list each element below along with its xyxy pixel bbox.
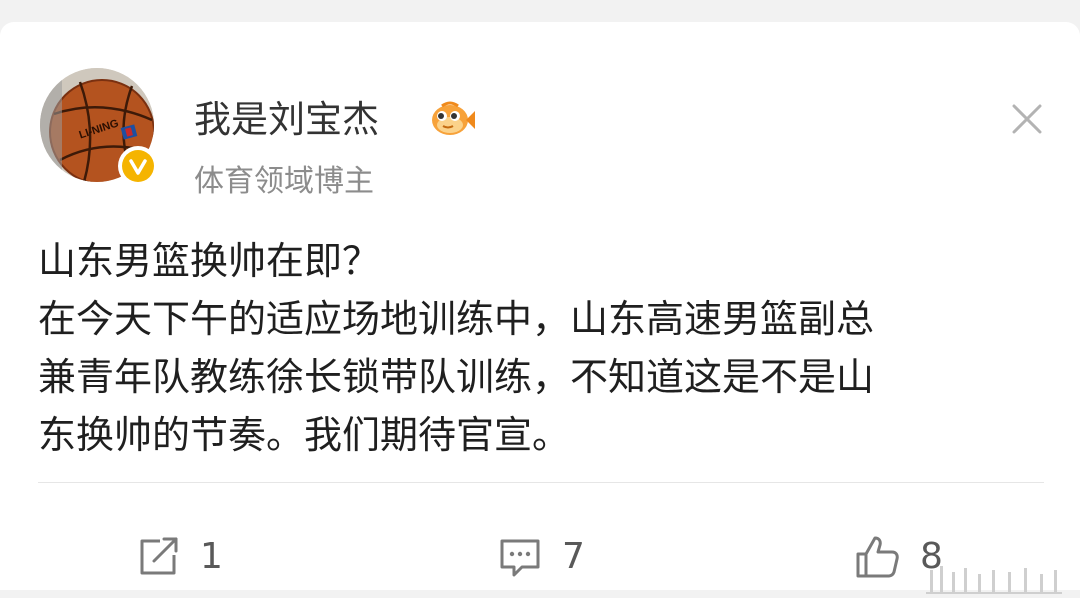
repost-count: 1 xyxy=(200,536,223,577)
post-body-line: 东换帅的节奏。我们期待官宣。 xyxy=(38,413,571,457)
verified-badge xyxy=(118,146,158,186)
divider xyxy=(38,482,1044,483)
fish-icon xyxy=(432,101,475,135)
repost-button[interactable]: 1 xyxy=(136,532,223,582)
post-card: LI-NING 我是刘宝杰 体育领域博主 山东男篮换帅在即？ 在今天下午的适应场… xyxy=(0,22,1080,594)
comment-count: 7 xyxy=(562,536,585,577)
close-icon[interactable] xyxy=(1006,98,1048,140)
post-body-line: 山东男篮换帅在即？ xyxy=(38,239,381,283)
post-body-line: 兼青年队教练徐长锁带队训练，不知道这是不是山 xyxy=(38,355,875,399)
thumbs-up-icon xyxy=(856,536,899,578)
author-name[interactable]: 我是刘宝杰 xyxy=(194,96,379,144)
verified-badge-icon xyxy=(129,159,147,175)
author-subtitle: 体育领域博主 xyxy=(194,164,374,199)
post-body-line: 在今天下午的适应场地训练中，山东高速男篮副总 xyxy=(38,297,875,341)
post-body: 山东男篮换帅在即？ 在今天下午的适应场地训练中，山东高速男篮副总 兼青年队教练徐… xyxy=(38,232,1048,464)
comment-icon xyxy=(500,539,540,577)
repost-icon xyxy=(140,537,178,575)
comment-button[interactable]: 7 xyxy=(496,532,585,582)
watermark-mark xyxy=(926,566,1062,594)
